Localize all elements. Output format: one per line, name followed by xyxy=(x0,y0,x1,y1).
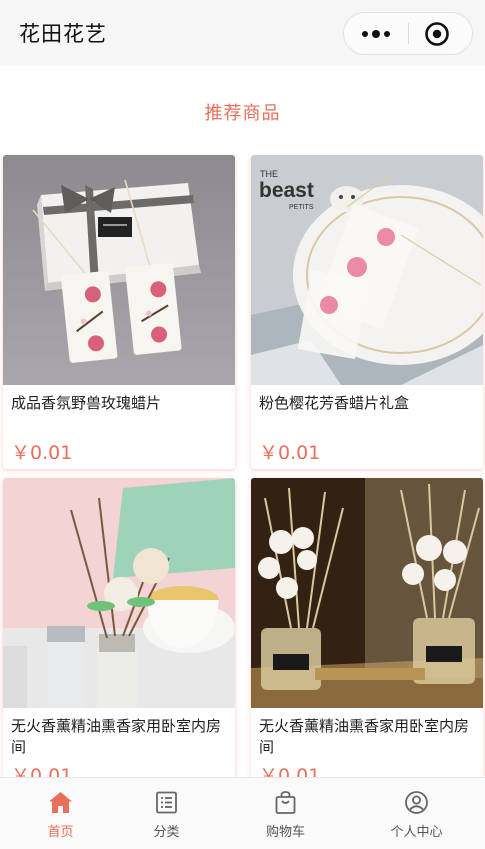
capsule-divider xyxy=(408,23,409,44)
tab-label: 个人中心 xyxy=(390,825,443,840)
tab-label: 购物车 xyxy=(265,825,305,840)
app-title: 花田花艺 xyxy=(19,22,107,46)
more-dot-icon xyxy=(372,29,380,38)
product-card[interactable]: THE beast PETITS 粉色樱花芳香蜡片礼盒 ￥0.01 xyxy=(251,155,483,469)
product-card[interactable]: 无火香薰精油熏香家用卧室内房间 ￥0.01 xyxy=(3,478,235,777)
home-icon xyxy=(49,792,72,813)
product-price: ￥0.01 xyxy=(11,442,73,464)
product-price: ￥0.01 xyxy=(259,765,321,777)
section-title: 推荐商品 xyxy=(204,103,281,124)
tab-label: 首页 xyxy=(47,825,74,840)
more-button[interactable] xyxy=(344,13,408,54)
product-name: 成品香氛野兽玫瑰蜡片 xyxy=(11,394,162,412)
more-dot-icon xyxy=(362,30,368,37)
brand-text: PETITS xyxy=(289,204,314,211)
product-grid: 成品香氛野兽玫瑰蜡片 ￥0.01 THE beast PETITS 粉色樱花芳香… xyxy=(0,155,485,777)
product-image xyxy=(251,478,483,708)
close-miniprogram-button[interactable] xyxy=(424,21,450,47)
mini-program-capsule xyxy=(343,12,473,55)
product-image xyxy=(3,478,235,708)
nav-bar: 花田花艺 xyxy=(0,0,485,66)
product-image xyxy=(3,155,235,385)
brand-text: beast xyxy=(259,179,314,202)
product-name: 粉色樱花芳香蜡片礼盒 xyxy=(259,394,410,412)
shopping-bag-icon xyxy=(275,791,296,814)
tab-label: 分类 xyxy=(153,825,180,840)
user-icon xyxy=(405,791,428,814)
product-card[interactable]: 成品香氛野兽玫瑰蜡片 ￥0.01 xyxy=(3,155,235,469)
tab-profile[interactable]: 个人中心 xyxy=(356,778,477,849)
tab-bar: 首页 分类 购物车 个人中心 xyxy=(0,777,485,849)
product-price: ￥0.01 xyxy=(259,442,321,464)
tab-cart[interactable]: 购物车 xyxy=(225,778,346,849)
list-icon xyxy=(156,791,177,814)
tab-category[interactable]: 分类 xyxy=(106,778,227,849)
product-card[interactable]: 无火香薰精油熏香家用卧室内房间 ￥0.01 xyxy=(251,478,483,777)
tab-home[interactable]: 首页 xyxy=(0,778,121,849)
more-dot-icon xyxy=(384,30,390,37)
product-price: ￥0.01 xyxy=(11,765,73,777)
product-name: 无火香薰精油熏香家用卧室内房间 xyxy=(11,717,222,756)
brand-text: THE xyxy=(260,169,278,179)
product-name: 无火香薰精油熏香家用卧室内房间 xyxy=(259,717,470,756)
product-image: THE beast PETITS xyxy=(251,155,483,385)
